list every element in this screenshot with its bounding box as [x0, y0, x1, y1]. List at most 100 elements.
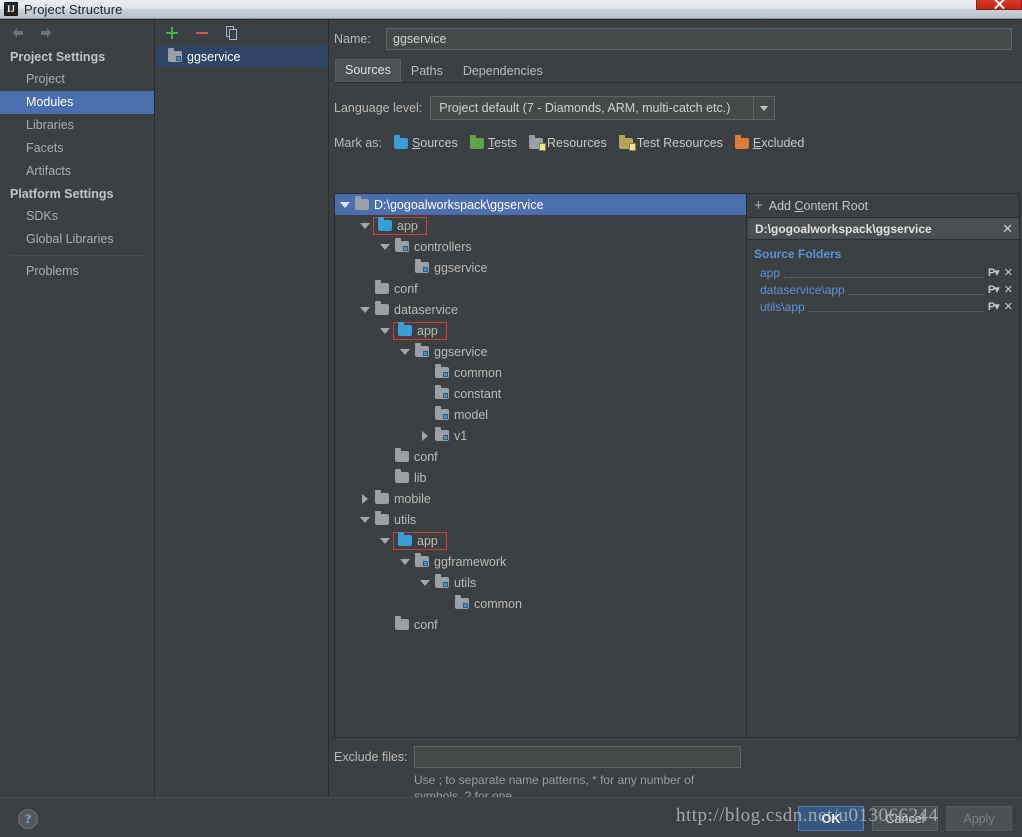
tree-toggle-expanded-icon[interactable] [417, 575, 433, 591]
tree-node-content: ggservice [413, 261, 488, 275]
mark-as-test-resources-button[interactable]: Test Resources [619, 136, 723, 150]
mark-as-sources-button[interactable]: SSourcesources [394, 136, 458, 150]
sidebar-item-artifacts[interactable]: Artifacts [0, 160, 154, 183]
sidebar-group-project-settings: Project Settings [0, 46, 154, 68]
tree-node[interactable]: common [335, 362, 746, 383]
package-prefix-icon[interactable]: P▾ [988, 300, 999, 313]
tab-sources[interactable]: Sources [335, 59, 401, 82]
exclude-files-label: Exclude files: [334, 746, 414, 764]
ok-button[interactable]: OK [798, 806, 864, 831]
tree-toggle-expanded-icon[interactable] [357, 218, 373, 234]
tree-node-content: common [453, 597, 522, 611]
source-folder-row[interactable]: utils\appP▾✕ [748, 298, 1019, 315]
tree-node[interactable]: app [335, 530, 746, 551]
close-icon[interactable]: ✕ [1004, 300, 1013, 313]
help-icon[interactable]: ? [18, 809, 38, 829]
arrow-left-icon[interactable] [10, 25, 26, 41]
window-titlebar: IJ Project Structure [0, 0, 1022, 19]
settings-sidebar: Project Settings Project Modules Librari… [0, 20, 155, 798]
source-folder-row[interactable]: appP▾✕ [748, 264, 1019, 281]
source-folder-actions: P▾ ✕ [988, 266, 1013, 279]
apply-button[interactable]: Apply [946, 806, 1012, 831]
folder-icon [355, 199, 369, 210]
close-icon[interactable]: ✕ [1004, 283, 1013, 296]
add-module-icon[interactable] [164, 25, 180, 41]
copy-module-icon[interactable] [224, 25, 240, 41]
language-level-label: Language level: [334, 101, 422, 115]
module-editor: Name: Sources Paths Dependencies Languag… [330, 20, 1022, 798]
sidebar-item-problems[interactable]: Problems [0, 260, 154, 283]
chevron-down-icon[interactable] [753, 97, 774, 119]
tree-toggle-expanded-icon[interactable] [377, 239, 393, 255]
sidebar-item-global-libraries[interactable]: Global Libraries [0, 228, 154, 251]
tree-node[interactable]: D:\gogoalworkspack\ggservice [335, 194, 746, 215]
tree-toggle-expanded-icon[interactable] [377, 323, 393, 339]
remove-module-icon[interactable] [194, 25, 210, 41]
tree-node[interactable]: utils [335, 572, 746, 593]
cancel-button[interactable]: Cancel [872, 806, 938, 831]
arrow-right-icon[interactable] [38, 25, 54, 41]
mark-as-resources-button[interactable]: Resources [529, 136, 607, 150]
sidebar-item-libraries[interactable]: Libraries [0, 114, 154, 137]
folder-icon [415, 346, 429, 357]
sidebar-item-project[interactable]: Project [0, 68, 154, 91]
close-icon[interactable]: ✕ [1004, 266, 1013, 279]
tree-toggle-collapsed-icon[interactable] [417, 428, 433, 444]
tree-node-content: common [433, 366, 502, 380]
add-content-root-button[interactable]: + Add Content Root [748, 194, 1019, 218]
tree-node[interactable]: utils [335, 509, 746, 530]
intellij-idea-icon: IJ [4, 2, 18, 16]
dialog-button-bar: OK Cancel Apply [798, 806, 1012, 831]
tree-toggle-expanded-icon[interactable] [397, 554, 413, 570]
tree-toggle-collapsed-icon[interactable] [357, 491, 373, 507]
folder-icon [395, 451, 409, 462]
tree-node-label: conf [414, 618, 438, 632]
content-root-tree[interactable]: D:\gogoalworkspack\ggserviceappcontrolle… [334, 193, 747, 738]
tree-node[interactable]: app [335, 215, 746, 236]
mark-as-tests-button[interactable]: Tests [470, 136, 517, 150]
exclude-files-input[interactable] [414, 746, 741, 768]
tree-toggle-expanded-icon[interactable] [377, 533, 393, 549]
folder-icon [435, 409, 449, 420]
module-list-item[interactable]: ggservice [156, 46, 328, 67]
tree-toggle-expanded-icon[interactable] [357, 302, 373, 318]
tree-node[interactable]: ggframework [335, 551, 746, 572]
mark-as-excluded-button[interactable]: Excluded [735, 136, 804, 150]
mark-as-tests-label: Tests [488, 136, 517, 150]
tree-node[interactable]: conf [335, 614, 746, 635]
language-level-select[interactable]: Project default (7 - Diamonds, ARM, mult… [430, 96, 775, 120]
tree-toggle-expanded-icon[interactable] [337, 197, 353, 213]
tree-node-content: D:\gogoalworkspack\ggservice [353, 198, 544, 212]
tree-node[interactable]: app [335, 320, 746, 341]
tree-node[interactable]: conf [335, 446, 746, 467]
close-icon[interactable]: ✕ [1002, 223, 1013, 235]
tree-node[interactable]: ggservice [335, 341, 746, 362]
package-prefix-icon[interactable]: P▾ [988, 266, 999, 279]
tree-node[interactable]: conf [335, 278, 746, 299]
tree-node[interactable]: common [335, 593, 746, 614]
tree-toggle-expanded-icon[interactable] [357, 512, 373, 528]
tree-node[interactable]: lib [335, 467, 746, 488]
tree-toggle-expanded-icon[interactable] [397, 344, 413, 360]
sidebar-item-facets[interactable]: Facets [0, 137, 154, 160]
language-level-value: Project default (7 - Diamonds, ARM, mult… [431, 101, 753, 115]
tree-node[interactable]: mobile [335, 488, 746, 509]
tree-node[interactable]: model [335, 404, 746, 425]
tab-paths[interactable]: Paths [401, 60, 453, 82]
tree-node-content: utils [433, 576, 476, 590]
sidebar-item-modules[interactable]: Modules [0, 91, 154, 114]
module-name-input[interactable] [386, 28, 1012, 50]
tree-node[interactable]: constant [335, 383, 746, 404]
source-folders-list: appP▾✕dataservice\appP▾✕utils\appP▾✕ [748, 264, 1019, 315]
tree-node[interactable]: dataservice [335, 299, 746, 320]
tab-dependencies[interactable]: Dependencies [453, 60, 553, 82]
tree-node[interactable]: ggservice [335, 257, 746, 278]
close-icon[interactable] [976, 0, 1022, 10]
source-folder-row[interactable]: dataservice\appP▾✕ [748, 281, 1019, 298]
package-prefix-icon[interactable]: P▾ [988, 283, 999, 296]
dialog-body: Project Settings Project Modules Librari… [0, 19, 1022, 797]
sidebar-item-sdks[interactable]: SDKs [0, 205, 154, 228]
tree-node[interactable]: v1 [335, 425, 746, 446]
tree-node[interactable]: controllers [335, 236, 746, 257]
folder-icon [415, 556, 429, 567]
